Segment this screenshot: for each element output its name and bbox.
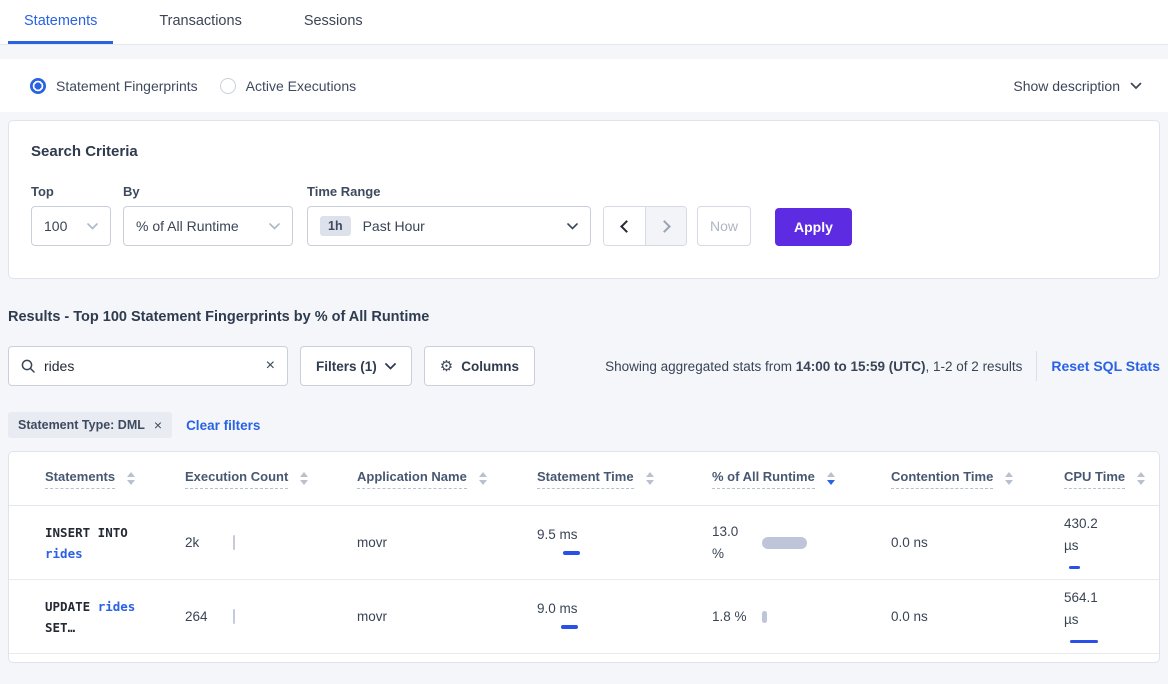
filter-pill-statement-type[interactable]: Statement Type: DML × xyxy=(8,412,172,438)
columns-label: Columns xyxy=(461,359,519,374)
radio-label: Statement Fingerprints xyxy=(56,78,198,94)
chevron-down-icon xyxy=(567,223,578,230)
radio-label: Active Executions xyxy=(246,78,357,94)
application-name-cell: movr xyxy=(357,535,537,550)
contention-time-cell: 0.0 ns xyxy=(891,609,1064,624)
percent-runtime-bar xyxy=(762,537,807,549)
sort-icon-active-desc[interactable] xyxy=(827,472,835,485)
time-nav-group xyxy=(603,206,687,246)
table-row: UPDATE rides SET… 264 movr 9.0 ms 1.8 % … xyxy=(9,580,1159,654)
execution-count-cell: 2k xyxy=(185,535,357,550)
tab-transactions[interactable]: Transactions xyxy=(143,0,257,44)
clear-filters-link[interactable]: Clear filters xyxy=(186,418,260,433)
tab-statements[interactable]: Statements xyxy=(8,0,113,44)
application-name-cell: movr xyxy=(357,609,537,624)
statement-time-cell: 9.0 ms xyxy=(537,601,585,632)
statement-time-bar xyxy=(537,547,585,558)
remove-filter-icon[interactable]: × xyxy=(154,417,162,433)
sort-icon[interactable] xyxy=(127,472,135,485)
clear-search-icon[interactable]: × xyxy=(266,358,275,374)
active-filters-row: Statement Type: DML × Clear filters xyxy=(8,412,1160,438)
statement-cell: INSERT INTO rides xyxy=(45,522,185,564)
top-select[interactable]: 100 xyxy=(31,206,111,246)
radio-unselected-icon xyxy=(220,78,236,94)
time-range-select[interactable]: 1h Past Hour xyxy=(307,206,591,246)
results-controls-row: × Filters (1) ⚙ Columns Showing aggregat… xyxy=(8,346,1160,386)
show-description-label: Show description xyxy=(1013,78,1120,94)
sort-icon[interactable] xyxy=(300,472,308,485)
search-criteria-title: Search Criteria xyxy=(31,143,1137,160)
percent-runtime-bar xyxy=(762,611,767,623)
filters-label: Filters (1) xyxy=(316,359,377,374)
table-header-row: Statements Execution Count Application N… xyxy=(9,452,1159,506)
execution-count-bar xyxy=(233,535,235,550)
chevron-right-icon xyxy=(658,220,671,233)
percent-runtime-cell: 1.8 % xyxy=(712,606,891,628)
columns-button[interactable]: ⚙ Columns xyxy=(424,346,535,386)
top-select-value: 100 xyxy=(44,218,67,234)
search-box: × xyxy=(8,346,288,386)
time-next-button[interactable] xyxy=(645,207,686,245)
search-criteria-panel: Search Criteria Top 100 By % of All Runt… xyxy=(8,120,1160,279)
statement-link[interactable]: rides xyxy=(45,546,83,561)
filter-pill-label: Statement Type: DML xyxy=(18,418,145,432)
reset-sql-stats-link[interactable]: Reset SQL Stats xyxy=(1051,358,1160,374)
by-label: By xyxy=(123,184,293,199)
chevron-left-icon xyxy=(620,220,633,233)
search-input[interactable] xyxy=(44,358,257,374)
chevron-down-icon xyxy=(385,363,396,370)
tab-sessions[interactable]: Sessions xyxy=(288,0,379,44)
top-label: Top xyxy=(31,184,111,199)
contention-time-cell: 0.0 ns xyxy=(891,535,1064,550)
time-range-label: Time Range xyxy=(307,184,591,199)
radio-statement-fingerprints[interactable]: Statement Fingerprints xyxy=(30,78,198,94)
sort-icon[interactable] xyxy=(646,472,654,485)
column-header-statement-time[interactable]: Statement Time xyxy=(537,469,712,489)
radio-active-executions[interactable]: Active Executions xyxy=(220,78,357,94)
show-description-toggle[interactable]: Show description xyxy=(1013,78,1142,94)
apply-button[interactable]: Apply xyxy=(775,208,852,246)
stats-time-range: 14:00 to 15:59 (UTC) xyxy=(796,359,926,374)
statement-time-bar xyxy=(537,621,585,632)
cpu-time-bar xyxy=(1064,636,1108,647)
by-select-value: % of All Runtime xyxy=(136,218,239,234)
table-row: INSERT INTO rides 2k movr 9.5 ms 13.0 % … xyxy=(9,506,1159,580)
radio-selected-icon xyxy=(30,78,46,94)
time-range-value: Past Hour xyxy=(363,218,567,234)
time-prev-button[interactable] xyxy=(604,207,645,245)
aggregated-stats-text: Showing aggregated stats from 14:00 to 1… xyxy=(605,359,1022,374)
gear-icon: ⚙ xyxy=(440,357,453,375)
statements-table: Statements Execution Count Application N… xyxy=(8,451,1160,663)
sort-icon[interactable] xyxy=(479,472,487,485)
column-header-execution-count[interactable]: Execution Count xyxy=(185,469,357,489)
filters-button[interactable]: Filters (1) xyxy=(300,346,412,386)
percent-runtime-cell: 13.0 % xyxy=(712,521,891,565)
results-heading: Results - Top 100 Statement Fingerprints… xyxy=(8,309,1160,325)
search-icon xyxy=(21,359,35,373)
column-header-application-name[interactable]: Application Name xyxy=(357,469,537,489)
now-button[interactable]: Now xyxy=(697,206,751,246)
execution-count-cell: 264 xyxy=(185,609,357,624)
column-header-cpu-time[interactable]: CPU Time xyxy=(1064,469,1160,489)
statement-time-cell: 9.5 ms xyxy=(537,527,585,558)
by-select[interactable]: % of All Runtime xyxy=(123,206,293,246)
statement-cell: UPDATE rides SET… xyxy=(45,596,185,638)
cpu-time-cell: 430.2 µs xyxy=(1064,513,1108,573)
column-header-contention-time[interactable]: Contention Time xyxy=(891,469,1064,489)
column-header-statements[interactable]: Statements xyxy=(45,469,185,489)
cpu-time-bar xyxy=(1064,562,1108,573)
view-toggle-bar: Statement Fingerprints Active Executions… xyxy=(0,59,1168,112)
sort-icon[interactable] xyxy=(1137,472,1145,485)
column-header-percent-runtime[interactable]: % of All Runtime xyxy=(712,469,891,489)
execution-count-bar xyxy=(233,609,235,624)
cpu-time-cell: 564.1 µs xyxy=(1064,587,1108,647)
time-range-badge: 1h xyxy=(320,216,351,236)
top-tabbar: Statements Transactions Sessions xyxy=(0,0,1168,45)
chevron-down-icon xyxy=(1130,82,1142,90)
statement-link[interactable]: rides xyxy=(98,599,136,614)
chevron-down-icon xyxy=(87,223,98,230)
chevron-down-icon xyxy=(269,223,280,230)
divider xyxy=(1036,351,1037,381)
sort-icon[interactable] xyxy=(1005,472,1013,485)
